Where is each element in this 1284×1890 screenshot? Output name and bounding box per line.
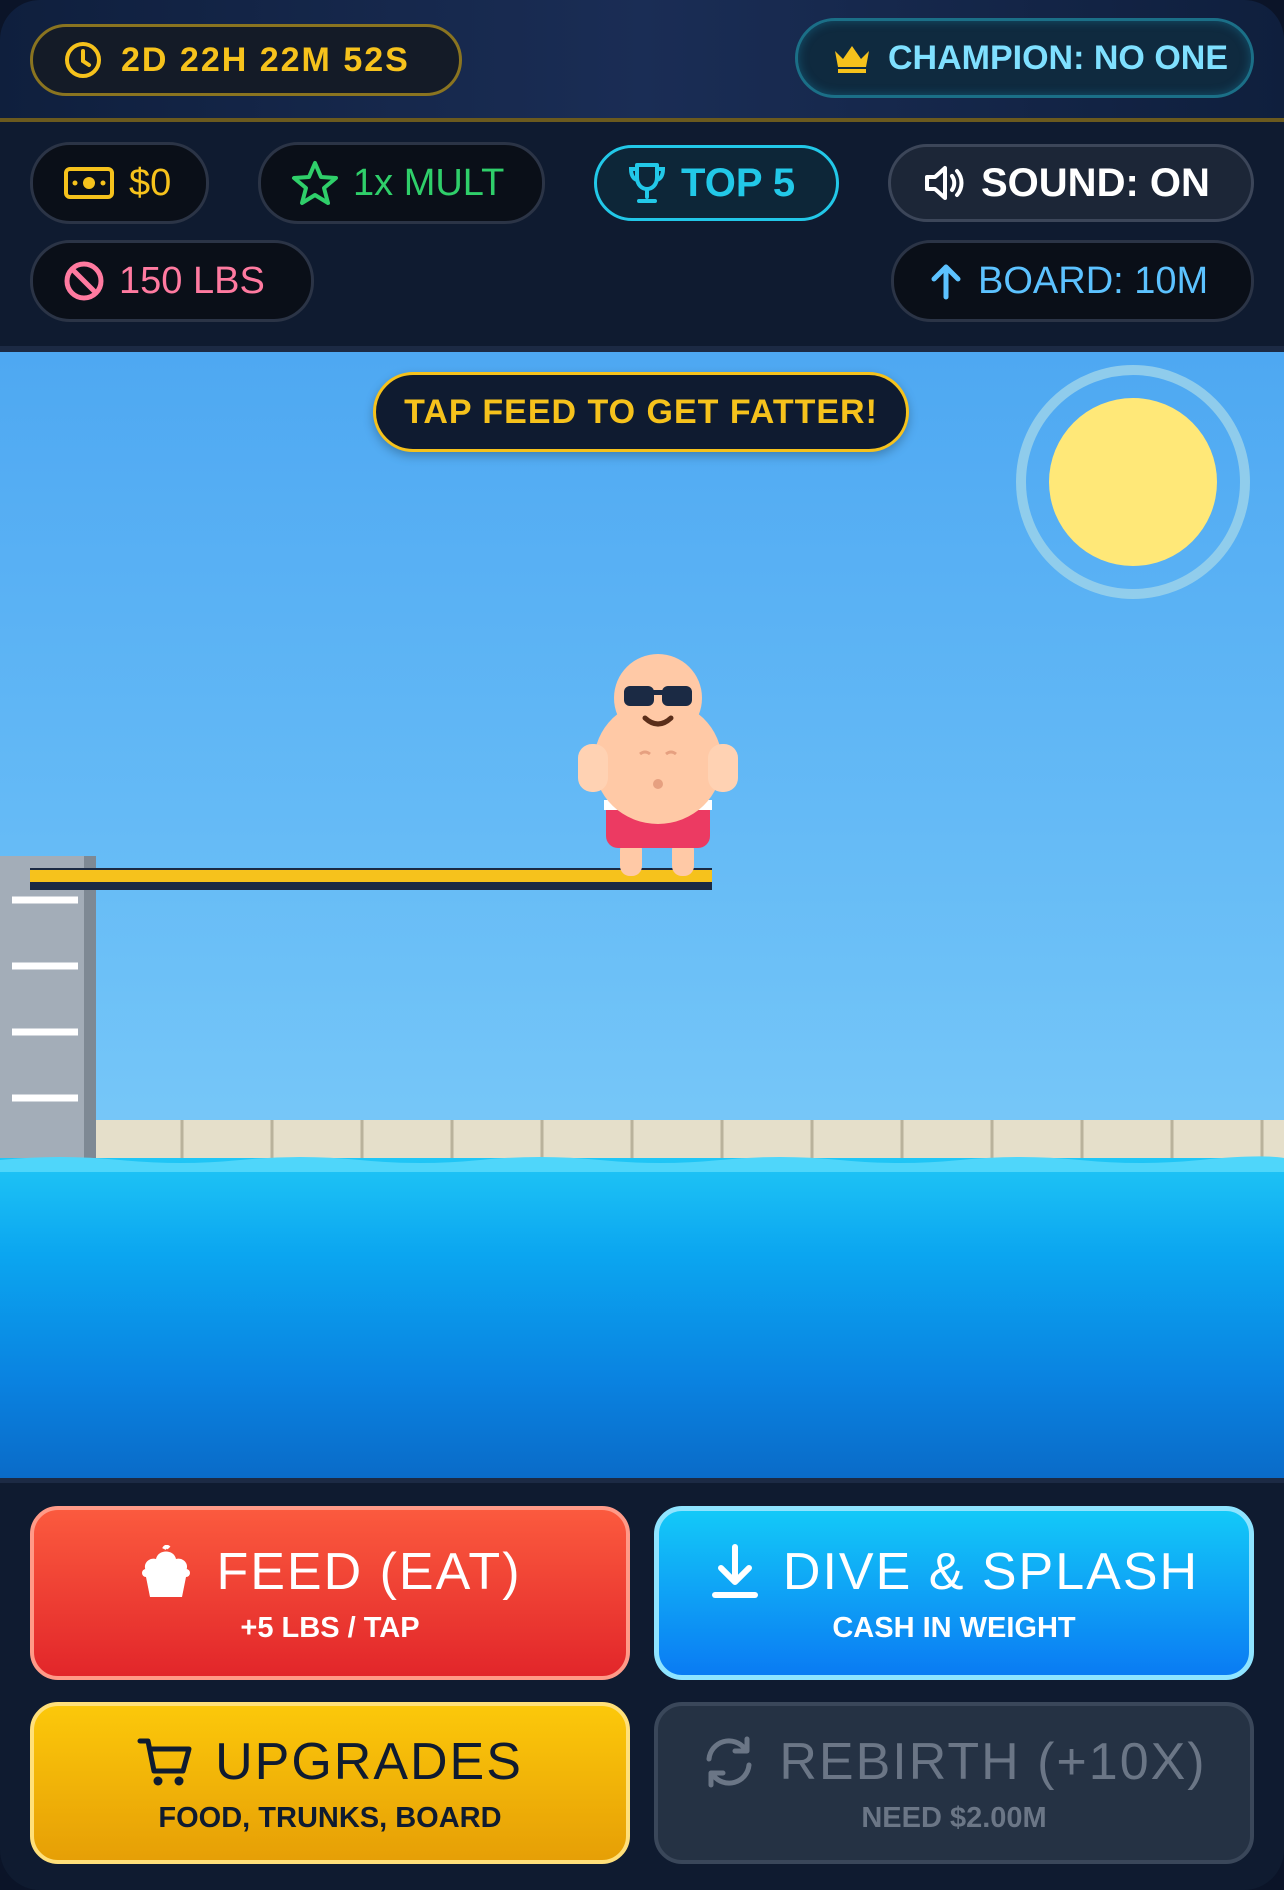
weight-stat: 150 LBS — [30, 240, 314, 322]
cash-stat: $0 — [30, 142, 209, 224]
sound-label: SOUND: ON — [981, 160, 1210, 205]
cash-icon — [64, 167, 114, 199]
refresh-icon — [706, 1736, 752, 1787]
swimmer-character[interactable] — [578, 654, 738, 876]
rebirth-button[interactable]: REBIRTH (+10X) NEED $2.00M — [654, 1702, 1254, 1864]
event-timer: 2D 22H 22M 52S — [30, 24, 462, 96]
pool-scene[interactable]: TAP FEED TO GET FATTER! — [0, 352, 1284, 1478]
upgrades-subtitle: FOOD, TRUNKS, BOARD — [158, 1801, 502, 1834]
upgrades-button[interactable]: UPGRADES FOOD, TRUNKS, BOARD — [30, 1702, 630, 1864]
sound-toggle[interactable]: SOUND: ON — [888, 144, 1254, 222]
rebirth-title: REBIRTH (+10X) — [779, 1732, 1207, 1791]
timer-text: 2D 22H 22M 52S — [121, 40, 410, 79]
dive-title: DIVE & SPLASH — [782, 1542, 1200, 1601]
feed-title: FEED (EAT) — [216, 1542, 522, 1601]
crown-icon — [835, 46, 869, 73]
trophy-icon — [628, 163, 666, 203]
champion-text: CHAMPION: NO ONE — [888, 38, 1228, 77]
hint-banner: TAP FEED TO GET FATTER! — [373, 372, 909, 452]
clock-icon — [65, 42, 101, 78]
board-value: BOARD: 10M — [978, 259, 1209, 302]
feed-subtitle: +5 LBS / TAP — [240, 1611, 420, 1644]
water-surface — [0, 1156, 1284, 1172]
rebirth-subtitle: NEED $2.00M — [861, 1801, 1047, 1834]
champion-badge[interactable]: CHAMPION: NO ONE — [795, 18, 1254, 98]
dive-subtitle: CASH IN WEIGHT — [832, 1611, 1076, 1644]
download-icon — [711, 1543, 758, 1598]
speaker-icon — [925, 166, 964, 200]
feed-button[interactable]: FEED (EAT) +5 LBS / TAP — [30, 1506, 630, 1680]
cart-icon — [137, 1738, 192, 1785]
muffin-icon — [142, 1544, 191, 1597]
leaderboard-button[interactable]: TOP 5 — [594, 145, 839, 221]
star-icon — [292, 161, 338, 205]
weight-value: 150 LBS — [119, 259, 265, 302]
ban-icon — [64, 261, 104, 301]
arrow-up-icon — [931, 264, 961, 300]
multiplier-value: 1x MULT — [353, 161, 505, 204]
sun — [1016, 365, 1250, 599]
multiplier-stat: 1x MULT — [258, 142, 545, 224]
upgrades-title: UPGRADES — [215, 1732, 523, 1791]
cash-value: $0 — [129, 161, 172, 204]
pool-water — [0, 1156, 1284, 1478]
diving-board — [30, 868, 712, 890]
board-stat: BOARD: 10M — [891, 240, 1254, 322]
dive-button[interactable]: DIVE & SPLASH CASH IN WEIGHT — [654, 1506, 1254, 1680]
game-screen: 2D 22H 22M 52S CHAMPION: NO ONE $0 1x MU… — [0, 0, 1284, 1890]
diving-tower — [0, 856, 96, 1160]
top-label: TOP 5 — [681, 160, 796, 205]
